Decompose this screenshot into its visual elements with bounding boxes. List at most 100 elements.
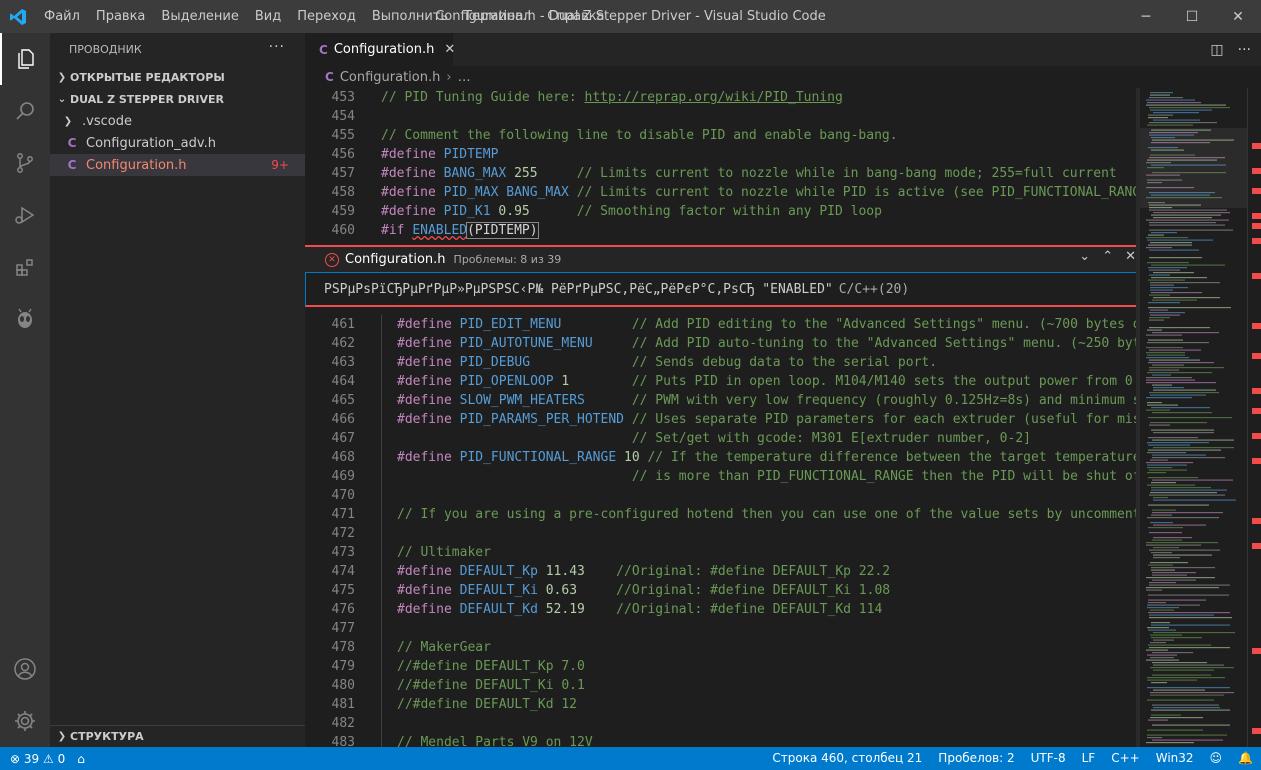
settings-gear-icon[interactable] (0, 695, 50, 747)
code-line: 460 #if ENABLED(PIDTEMP) (305, 221, 1140, 240)
minimap-line (1149, 327, 1210, 329)
tab-configuration-h[interactable]: C Configuration.h ✕ (305, 33, 455, 66)
minimap-line (1152, 374, 1171, 376)
minimap-line (1151, 624, 1230, 626)
minimap-line (1153, 557, 1180, 559)
minimize-icon[interactable]: ─ (1123, 0, 1169, 33)
feedback-icon[interactable]: ☺ (1202, 747, 1231, 770)
minimap-line (1150, 459, 1168, 461)
code-area-bottom[interactable]: 461 #define PID_EDIT_MENU // Add PID edit… (305, 315, 1140, 747)
code-area-top[interactable]: 453 // PID Tuning Guide here: http://repr… (305, 88, 1140, 245)
minimap-line (1149, 369, 1179, 371)
line-number: 470 (331, 488, 355, 503)
split-editor-icon[interactable]: ◫ (1210, 42, 1223, 58)
minimap[interactable] (1140, 88, 1247, 747)
line-number: 456 (331, 147, 355, 162)
tree-item-configuration[interactable]: C Configuration.h 9+ (50, 154, 305, 176)
extensions-icon[interactable] (0, 241, 50, 293)
maximize-icon[interactable]: ☐ (1169, 0, 1215, 33)
minimap-line (1152, 479, 1233, 481)
code-token: //#define DEFAULT_Kp 7.0 (397, 659, 585, 674)
minimap-line (1148, 444, 1190, 446)
minimap-line (1147, 342, 1209, 344)
more-actions-icon[interactable]: ··· (269, 39, 285, 55)
indent-guide (381, 562, 397, 581)
minimap-line (1148, 267, 1187, 269)
close-window-icon[interactable]: ✕ (1215, 0, 1261, 33)
encoding[interactable]: UTF-8 (1023, 747, 1074, 770)
minimap-line (1152, 457, 1225, 459)
minimap-line (1148, 599, 1206, 601)
menu-item[interactable]: Файл (36, 0, 88, 33)
minimap-line (1149, 582, 1176, 584)
code-token: ENABLED (412, 223, 468, 238)
project-folder-section[interactable]: ⌄ DUAL Z STEPPER DRIVER (50, 88, 305, 110)
home-icon[interactable]: ⌂ (77, 752, 85, 766)
minimap-line (1146, 347, 1183, 349)
breadcrumb-symbol[interactable]: … (458, 70, 471, 85)
minimap-line (1148, 114, 1173, 116)
peek-file: Configuration.h (345, 252, 446, 267)
explorer-icon[interactable] (0, 33, 50, 85)
notifications-bell-icon[interactable]: 🔔 (1230, 747, 1261, 770)
code-token: // Uses separate PID parameters for each… (631, 412, 1140, 427)
close-peek-icon[interactable]: ✕ (1125, 249, 1136, 264)
menu-item[interactable]: Выделение (153, 0, 246, 33)
minimap-line (1151, 489, 1227, 491)
code-token: #define (381, 185, 444, 200)
line-number: 455 (331, 128, 355, 143)
indent-guide (381, 714, 397, 733)
run-debug-icon[interactable] (0, 189, 50, 241)
code-token: #define (381, 166, 444, 181)
indentation[interactable]: Пробелов: 2 (930, 747, 1022, 770)
overview-ruler[interactable] (1247, 88, 1261, 747)
tree-item-configuration-adv[interactable]: C Configuration_adv.h (50, 132, 305, 154)
minimap-line (1146, 397, 1192, 399)
code-line: 468 #define PID_FUNCTIONAL_RANGE 10 // If… (305, 448, 1140, 467)
error-marker (1252, 223, 1261, 229)
outline-section[interactable]: ❯ СТРУКТУРА (50, 725, 305, 747)
account-icon[interactable] (0, 643, 50, 695)
line-number: 461 (331, 317, 355, 332)
minimap-line (1152, 539, 1182, 541)
breadcrumb-file[interactable]: Configuration.h (340, 70, 441, 85)
tree-item-vscode[interactable]: ❯ .vscode (50, 110, 305, 132)
code-line: 475 #define DEFAULT_Ki 0.63 //Original: #… (305, 581, 1140, 600)
source-control-icon[interactable] (0, 137, 50, 189)
minimap-line (1148, 117, 1168, 119)
minimap-line (1146, 377, 1192, 379)
code-text: // Ultimaker (381, 543, 491, 562)
open-editors-section[interactable]: ❯ ОТКРЫТЫЕ РЕДАКТОРЫ (50, 66, 305, 88)
more-actions-icon[interactable]: ··· (1238, 42, 1251, 58)
next-problem-icon[interactable]: ⌄ (1079, 249, 1090, 264)
menu-item[interactable]: Правка (88, 0, 153, 33)
problems-status[interactable]: ⊗ 39 ⚠ 0 (10, 752, 65, 766)
code-line: 482 (305, 714, 1140, 733)
minimap-line (1152, 674, 1211, 676)
alien-extension-icon[interactable] (0, 293, 50, 345)
indent-guide (381, 448, 397, 467)
search-icon[interactable] (0, 85, 50, 137)
close-tab-icon[interactable]: ✕ (444, 42, 455, 57)
line-number: 472 (331, 526, 355, 541)
previous-problem-icon[interactable]: ⌃ (1102, 249, 1113, 264)
platform[interactable]: Win32 (1148, 747, 1202, 770)
language-mode[interactable]: C++ (1103, 747, 1148, 770)
cursor-position[interactable]: Строка 460, столбец 21 (764, 747, 930, 770)
menu-item[interactable]: Переход (289, 0, 364, 33)
indent-guide (381, 372, 397, 391)
end-of-line[interactable]: LF (1074, 747, 1104, 770)
menu-item[interactable]: Вид (247, 0, 289, 33)
menu-item[interactable]: Терминал (456, 0, 539, 33)
minimap-slider[interactable] (1140, 128, 1247, 208)
code-line: 463 #define PID_DEBUG // Sends debug data… (305, 353, 1140, 372)
menu-item[interactable]: Справка (539, 0, 612, 33)
line-number: 476 (331, 602, 355, 617)
minimap-line (1146, 577, 1215, 579)
menu-item[interactable]: Выполнить (364, 0, 456, 33)
indent-guide (381, 600, 397, 619)
minimap-line (1149, 392, 1219, 394)
code-token: PIDTEMP (443, 147, 499, 162)
